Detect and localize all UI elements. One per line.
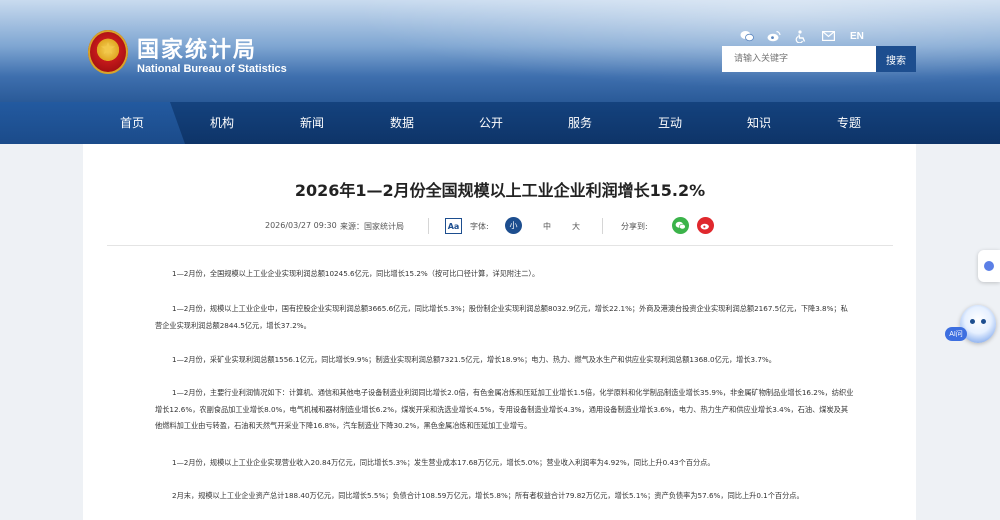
article-source: 来源：国家统计局	[340, 222, 404, 231]
search-button[interactable]: 搜索	[876, 46, 916, 72]
nav-item-services[interactable]: 服务	[548, 102, 612, 144]
nav-item-organization[interactable]: 机构	[190, 102, 254, 144]
article-paragraph: 1—2月份，规模以上工业企业实现营业收入20.84万亿元，同比增长5.3%；发生…	[172, 458, 715, 467]
article-paragraph: 1—2月份，规模以上工业企业中，国有控股企业实现利润总额3665.6亿元，同比增…	[155, 304, 848, 330]
site-logo-chinese[interactable]: 国家统计局	[137, 32, 257, 64]
site-header: 国家统计局 National Bureau of Statistics EN 搜…	[0, 0, 1000, 102]
side-toolbar-tab[interactable]	[978, 250, 1000, 282]
search-input[interactable]	[722, 46, 876, 72]
article-title: 2026年1—2月份全国规模以上工业企业利润增长15.2%	[294, 181, 706, 200]
font-size-medium-button[interactable]: 中	[543, 221, 551, 232]
language-switch-en[interactable]: EN	[850, 31, 864, 42]
side-toolbar-icon	[984, 261, 994, 271]
font-size-icon: Aa	[445, 218, 462, 234]
article-meta-bar: 2026/03/27 09:30 来源：国家统计局 Aa 字体: 小 中 大 分…	[0, 215, 1000, 237]
main-navigation: 首页 机构 新闻 数据 公开 服务 互动 知识 专题	[0, 102, 1000, 144]
publish-date: 2026/03/27 09:30	[265, 221, 337, 230]
accessibility-icon[interactable]	[794, 29, 808, 43]
font-size-small-button[interactable]: 小	[505, 217, 522, 234]
meta-divider	[428, 218, 429, 234]
nav-item-disclosure[interactable]: 公开	[459, 102, 523, 144]
nav-item-interaction[interactable]: 互动	[638, 102, 702, 144]
nav-item-data[interactable]: 数据	[370, 102, 434, 144]
ai-assistant-badge[interactable]: AI问	[945, 327, 967, 341]
site-logo-english[interactable]: National Bureau of Statistics	[137, 63, 287, 75]
font-size-large-button[interactable]: 大	[572, 221, 580, 232]
meta-divider	[602, 218, 603, 234]
nav-item-knowledge[interactable]: 知识	[727, 102, 791, 144]
share-label: 分享到:	[621, 222, 648, 231]
mail-icon[interactable]	[821, 29, 835, 43]
article-paragraph: 2月末，规模以上工业企业资产总计188.40万亿元，同比增长5.5%；负债合计1…	[172, 491, 804, 500]
article-divider	[107, 245, 893, 246]
share-wechat-icon[interactable]	[672, 217, 689, 234]
wechat-icon[interactable]	[740, 29, 754, 43]
header-utility-icons: EN	[740, 29, 864, 43]
share-weibo-icon[interactable]	[697, 217, 714, 234]
nav-item-news[interactable]: 新闻	[280, 102, 344, 144]
nav-item-home[interactable]: 首页	[100, 102, 164, 144]
weibo-icon[interactable]	[767, 29, 781, 43]
national-emblem-logo[interactable]	[88, 30, 128, 74]
article-paragraph: 1—2月份，主要行业利润情况如下：计算机、通信和其他电子设备制造业利润同比增长2…	[155, 388, 854, 430]
font-size-label: 字体:	[470, 222, 489, 231]
article-paragraph: 1—2月份，采矿业实现利润总额1556.1亿元，同比增长9.9%；制造业实现利润…	[172, 355, 776, 364]
article-paragraph: 1—2月份，全国规模以上工业企业实现利润总额10245.6亿元，同比增长15.2…	[172, 269, 540, 278]
nav-item-topics[interactable]: 专题	[817, 102, 881, 144]
